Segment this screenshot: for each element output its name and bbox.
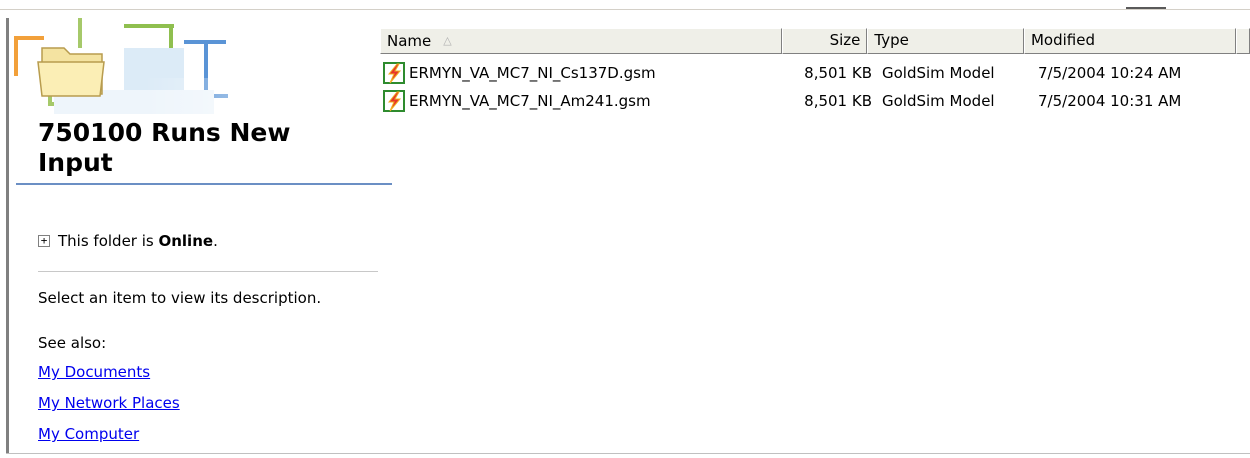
status-value: Online [158,232,214,250]
file-name-cell: ERMYN_VA_MC7_NI_Cs137D.gsm [380,62,786,84]
minimize-tick [1126,7,1166,9]
goldsim-file-icon [383,62,405,84]
file-row[interactable]: ERMYN_VA_MC7_NI_Am241.gsm 8,501 KB GoldS… [380,88,1250,114]
see-also-label: See also: [38,334,107,352]
folder-icon [37,47,105,97]
column-header-name[interactable]: Name △ [380,28,783,54]
title-divider [16,183,392,185]
column-header-filler [1236,28,1250,54]
file-size: 8,501 KB [804,92,872,110]
online-status-row: + This folder is Online. [38,232,218,250]
plus-box-icon[interactable]: + [38,235,50,247]
online-status-text: This folder is Online. [58,232,218,250]
file-name: ERMYN_VA_MC7_NI_Cs137D.gsm [409,64,656,82]
column-header-type[interactable]: Type [867,28,1024,54]
goldsim-file-icon [383,90,405,112]
link-my-computer[interactable]: My Computer [38,425,139,443]
link-my-network-places[interactable]: My Network Places [38,394,180,412]
column-header-name-label: Name [387,32,432,50]
status-suffix: . [213,232,218,250]
section-divider [38,271,378,272]
column-header-modified[interactable]: Modified [1023,28,1236,54]
item-description: Select an item to view its description. [38,289,322,307]
file-row[interactable]: ERMYN_VA_MC7_NI_Cs137D.gsm 8,501 KB Gold… [380,60,1250,86]
file-size: 8,501 KB [804,64,872,82]
link-my-documents[interactable]: My Documents [38,363,150,381]
folder-info-pane: 750100 Runs New Input + This folder is O… [14,18,392,454]
folder-title: 750100 Runs New Input [38,118,291,177]
file-modified: 7/5/2004 10:24 AM [1038,64,1182,82]
file-name: ERMYN_VA_MC7_NI_Am241.gsm [409,92,651,110]
top-chrome-strip [0,0,1250,10]
file-modified: 7/5/2004 10:31 AM [1038,92,1182,110]
file-name-cell: ERMYN_VA_MC7_NI_Am241.gsm [380,90,786,112]
file-type: GoldSim Model [882,92,995,110]
status-prefix: This folder is [58,232,159,250]
column-header-bar: Name △ Size Type Modified [380,28,1250,54]
window-left-edge [6,18,9,454]
folder-banner [14,18,380,118]
sort-ascending-icon: △ [443,34,452,47]
column-header-size[interactable]: Size [782,28,868,54]
file-list-view: Name △ Size Type Modified ERMYN_VA_MC7_N… [380,28,1250,454]
file-type: GoldSim Model [882,64,995,82]
